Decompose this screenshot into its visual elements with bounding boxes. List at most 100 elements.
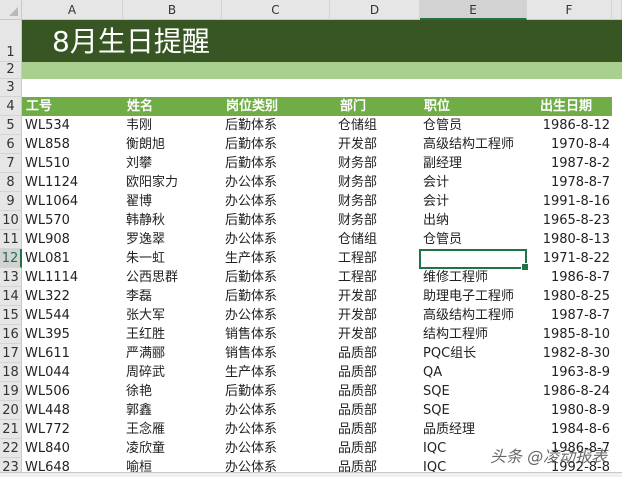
cell-A22[interactable]: WL840 bbox=[25, 439, 121, 458]
cell-A21[interactable]: WL772 bbox=[25, 420, 121, 439]
cell-E13[interactable]: 维修工程师 bbox=[423, 268, 525, 287]
cell-B17[interactable]: 严满郦 bbox=[126, 344, 220, 363]
cell-F5[interactable]: 1986-8-12 bbox=[530, 116, 610, 135]
cell-E18[interactable]: QA bbox=[423, 363, 525, 382]
horizontal-scrollbar[interactable] bbox=[0, 472, 622, 477]
cell-D16[interactable]: 开发部 bbox=[338, 325, 418, 344]
cell-A5[interactable]: WL534 bbox=[25, 116, 121, 135]
cell-D7[interactable]: 财务部 bbox=[338, 154, 418, 173]
cell-A10[interactable]: WL570 bbox=[25, 211, 121, 230]
cell-A18[interactable]: WL044 bbox=[25, 363, 121, 382]
cell-C14[interactable]: 后勤体系 bbox=[225, 287, 328, 306]
cell-B7[interactable]: 刘攀 bbox=[126, 154, 220, 173]
cell-B19[interactable]: 徐艳 bbox=[126, 382, 220, 401]
cell-F12[interactable]: 1971-8-22 bbox=[530, 249, 610, 268]
cell-B9[interactable]: 翟博 bbox=[126, 192, 220, 211]
cell-A17[interactable]: WL611 bbox=[25, 344, 121, 363]
cell-F15[interactable]: 1987-8-7 bbox=[530, 306, 610, 325]
cell-C10[interactable]: 后勤体系 bbox=[225, 211, 328, 230]
cell-A14[interactable]: WL322 bbox=[25, 287, 121, 306]
cell-F8[interactable]: 1978-8-7 bbox=[530, 173, 610, 192]
cell-C7[interactable]: 后勤体系 bbox=[225, 154, 328, 173]
column-header-A[interactable]: A bbox=[22, 0, 123, 20]
row-header-16[interactable]: 16 bbox=[0, 325, 22, 344]
cell-D8[interactable]: 财务部 bbox=[338, 173, 418, 192]
row-header-13[interactable]: 13 bbox=[0, 268, 22, 287]
cell-A20[interactable]: WL448 bbox=[25, 401, 121, 420]
cell-E20[interactable]: SQE bbox=[423, 401, 525, 420]
row-header-4[interactable]: 4 bbox=[0, 97, 22, 116]
cell-D17[interactable]: 品质部 bbox=[338, 344, 418, 363]
cell-A15[interactable]: WL544 bbox=[25, 306, 121, 325]
column-header-D[interactable]: D bbox=[330, 0, 420, 20]
cell-A13[interactable]: WL1114 bbox=[25, 268, 121, 287]
column-header-G[interactable] bbox=[612, 0, 622, 20]
cell-E10[interactable]: 出纳 bbox=[423, 211, 525, 230]
cell-F11[interactable]: 1980-8-13 bbox=[530, 230, 610, 249]
cell-D14[interactable]: 开发部 bbox=[338, 287, 418, 306]
cell-E15[interactable]: 高级结构工程师 bbox=[423, 306, 525, 325]
cell-B18[interactable]: 周碎武 bbox=[126, 363, 220, 382]
cell-B6[interactable]: 衡朗旭 bbox=[126, 135, 220, 154]
row-header-3[interactable]: 3 bbox=[0, 79, 22, 97]
cell-F21[interactable]: 1984-8-6 bbox=[530, 420, 610, 439]
cell-B11[interactable]: 罗逸翠 bbox=[126, 230, 220, 249]
cell-A6[interactable]: WL858 bbox=[25, 135, 121, 154]
cell-D22[interactable]: 品质部 bbox=[338, 439, 418, 458]
cell-C18[interactable]: 生产体系 bbox=[225, 363, 328, 382]
cell-D21[interactable]: 品质部 bbox=[338, 420, 418, 439]
cell-E11[interactable]: 仓管员 bbox=[423, 230, 525, 249]
cell-F20[interactable]: 1980-8-9 bbox=[530, 401, 610, 420]
cell-D9[interactable]: 财务部 bbox=[338, 192, 418, 211]
cell-C13[interactable]: 后勤体系 bbox=[225, 268, 328, 287]
cell-C5[interactable]: 后勤体系 bbox=[225, 116, 328, 135]
cell-D18[interactable]: 品质部 bbox=[338, 363, 418, 382]
cell-E5[interactable]: 仓管员 bbox=[423, 116, 525, 135]
row-header-1[interactable]: 1 bbox=[0, 20, 22, 62]
cell-B5[interactable]: 韦刚 bbox=[126, 116, 220, 135]
row-header-14[interactable]: 14 bbox=[0, 287, 22, 306]
cell-E17[interactable]: PQC组长 bbox=[423, 344, 525, 363]
cell-A9[interactable]: WL1064 bbox=[25, 192, 121, 211]
row-header-10[interactable]: 10 bbox=[0, 211, 22, 230]
row-header-15[interactable]: 15 bbox=[0, 306, 22, 325]
cell-E6[interactable]: 高级结构工程师 bbox=[423, 135, 525, 154]
cell-A19[interactable]: WL506 bbox=[25, 382, 121, 401]
row-header-7[interactable]: 7 bbox=[0, 154, 22, 173]
cell-A8[interactable]: WL1124 bbox=[25, 173, 121, 192]
cell-D13[interactable]: 工程部 bbox=[338, 268, 418, 287]
cell-B14[interactable]: 李磊 bbox=[126, 287, 220, 306]
row-header-21[interactable]: 21 bbox=[0, 420, 22, 439]
cell-B10[interactable]: 韩静秋 bbox=[126, 211, 220, 230]
cell-C21[interactable]: 办公体系 bbox=[225, 420, 328, 439]
cell-A16[interactable]: WL395 bbox=[25, 325, 121, 344]
cell-C19[interactable]: 后勤体系 bbox=[225, 382, 328, 401]
cell-A12[interactable]: WL081 bbox=[25, 249, 121, 268]
cell-B12[interactable]: 朱一虹 bbox=[126, 249, 220, 268]
cell-B16[interactable]: 王红胜 bbox=[126, 325, 220, 344]
cell-A7[interactable]: WL510 bbox=[25, 154, 121, 173]
cell-F14[interactable]: 1980-8-25 bbox=[530, 287, 610, 306]
cell-E14[interactable]: 助理电子工程师 bbox=[423, 287, 525, 306]
row-header-8[interactable]: 8 bbox=[0, 173, 22, 192]
cell-E9[interactable]: 会计 bbox=[423, 192, 525, 211]
cell-D12[interactable]: 工程部 bbox=[338, 249, 418, 268]
cell-A11[interactable]: WL908 bbox=[25, 230, 121, 249]
cell-D20[interactable]: 品质部 bbox=[338, 401, 418, 420]
cell-C20[interactable]: 办公体系 bbox=[225, 401, 328, 420]
cell-F9[interactable]: 1991-8-16 bbox=[530, 192, 610, 211]
cell-D15[interactable]: 开发部 bbox=[338, 306, 418, 325]
cell-E7[interactable]: 副经理 bbox=[423, 154, 525, 173]
row-header-5[interactable]: 5 bbox=[0, 116, 22, 135]
cell-D5[interactable]: 仓储组 bbox=[338, 116, 418, 135]
row-header-17[interactable]: 17 bbox=[0, 344, 22, 363]
column-header-F[interactable]: F bbox=[527, 0, 612, 20]
row-header-11[interactable]: 11 bbox=[0, 230, 22, 249]
cell-C11[interactable]: 办公体系 bbox=[225, 230, 328, 249]
column-header-C[interactable]: C bbox=[222, 0, 330, 20]
cell-E16[interactable]: 结构工程师 bbox=[423, 325, 525, 344]
cell-F17[interactable]: 1982-8-30 bbox=[530, 344, 610, 363]
row-header-19[interactable]: 19 bbox=[0, 382, 22, 401]
cell-C16[interactable]: 销售体系 bbox=[225, 325, 328, 344]
cell-F10[interactable]: 1965-8-23 bbox=[530, 211, 610, 230]
